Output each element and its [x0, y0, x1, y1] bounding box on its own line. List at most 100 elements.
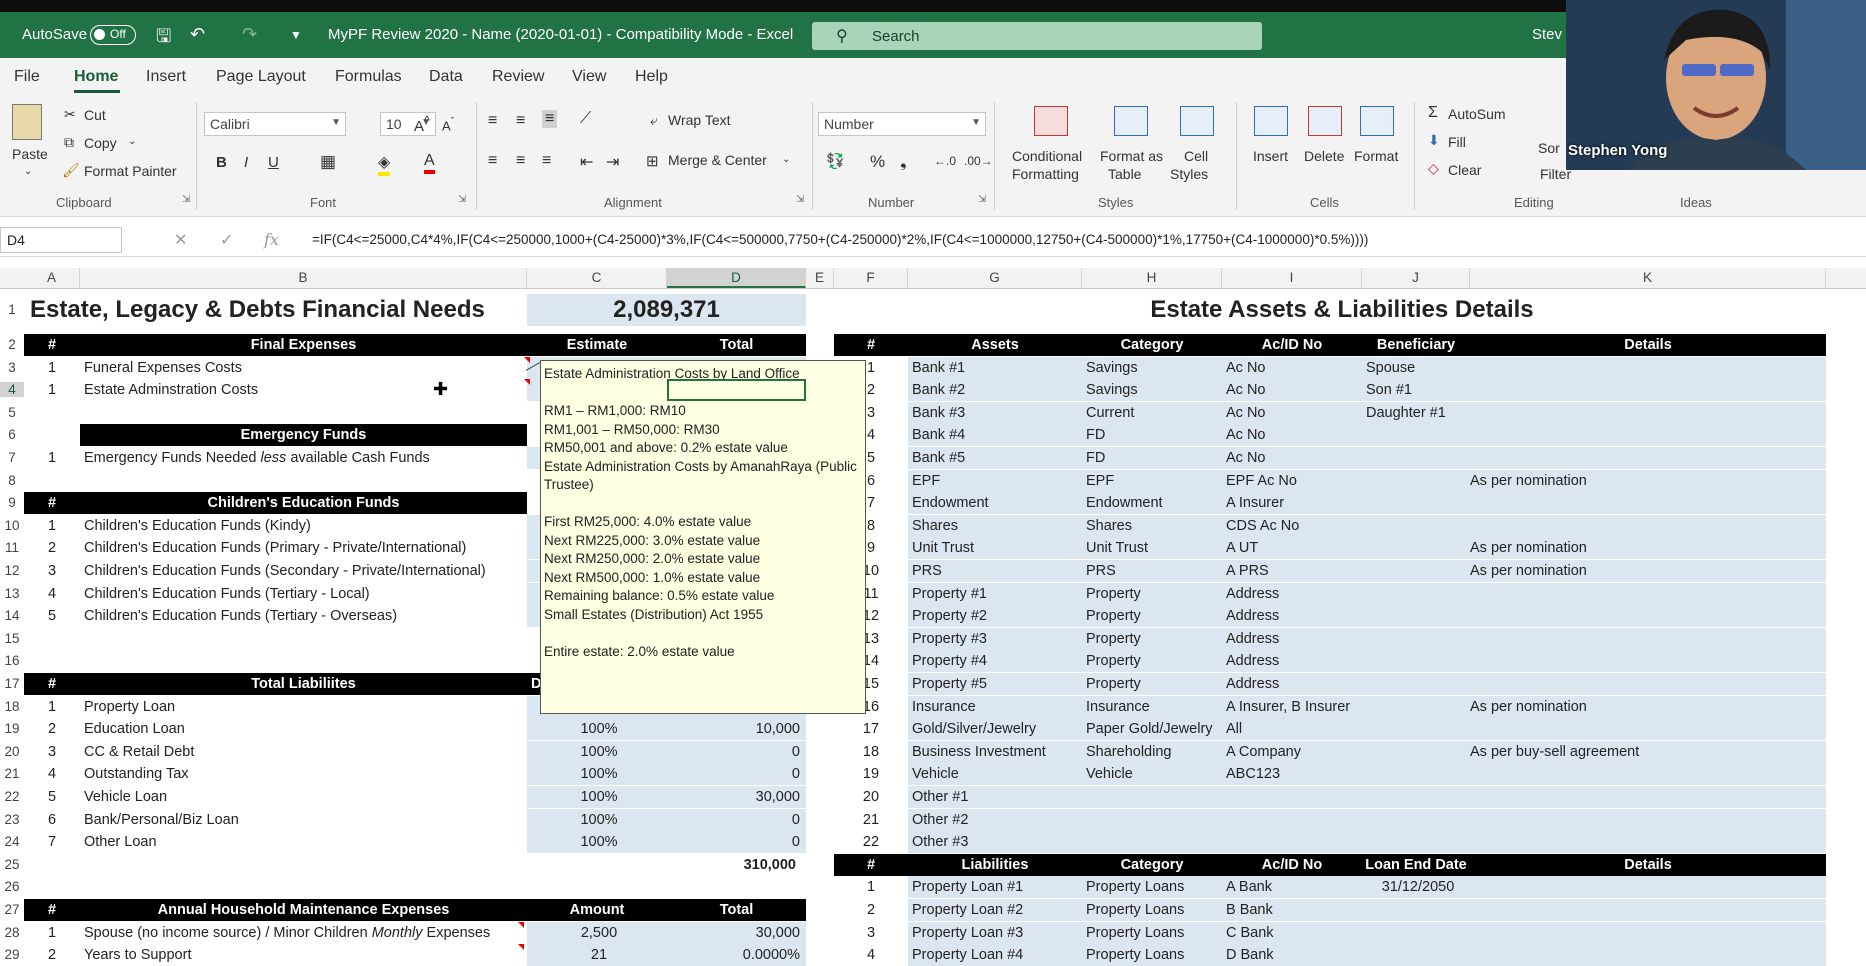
- header-estimate[interactable]: Estimate: [527, 334, 667, 356]
- asset-name[interactable]: Bank #3: [908, 401, 1082, 424]
- enter-icon[interactable]: ✓: [220, 230, 233, 250]
- align-top-icon[interactable]: ≡: [488, 112, 497, 130]
- asset-beneficiary[interactable]: [1362, 469, 1470, 492]
- asset-acid[interactable]: Address: [1222, 650, 1362, 673]
- row-header[interactable]: 23: [0, 812, 24, 827]
- format-cells-button[interactable]: Format: [1354, 148, 1398, 164]
- insert-cells-icon[interactable]: [1254, 106, 1288, 136]
- asset-acid[interactable]: A UT: [1222, 537, 1362, 560]
- asset-name[interactable]: EPF: [908, 469, 1082, 492]
- asset-number[interactable]: 20: [838, 786, 904, 808]
- asset-category[interactable]: Current: [1082, 401, 1222, 424]
- header-acid[interactable]: Ac/ID No: [1222, 334, 1362, 356]
- font-color-icon[interactable]: A: [424, 152, 435, 174]
- asset-name[interactable]: Bank #2: [908, 379, 1082, 402]
- asset-acid[interactable]: [1222, 808, 1362, 831]
- asset-number[interactable]: 19: [838, 763, 904, 785]
- formula-input[interactable]: =IF(C4<=25000,C4*4%,IF(C4<=250000,1000+(…: [312, 232, 1368, 247]
- asset-acid[interactable]: Ac No: [1222, 424, 1362, 447]
- loan-end-date[interactable]: [1362, 921, 1470, 944]
- wrap-text-button[interactable]: Wrap Text: [668, 112, 731, 128]
- format-cells-icon[interactable]: [1360, 106, 1394, 136]
- underline-icon[interactable]: U: [268, 154, 279, 171]
- cell-styles-label[interactable]: Cell: [1184, 148, 1208, 164]
- liability-number[interactable]: 3: [838, 922, 904, 944]
- asset-name[interactable]: Endowment: [908, 492, 1082, 515]
- asset-category[interactable]: Unit Trust: [1082, 537, 1222, 560]
- asset-details[interactable]: [1470, 718, 1826, 741]
- clear-button[interactable]: Clear: [1448, 162, 1481, 178]
- column-header-b[interactable]: B: [80, 268, 527, 288]
- column-header-i[interactable]: I: [1222, 268, 1362, 288]
- asset-details[interactable]: [1470, 492, 1826, 515]
- header-beneficiary[interactable]: Beneficiary: [1362, 334, 1470, 356]
- asset-name[interactable]: Insurance: [908, 695, 1082, 718]
- asset-details[interactable]: [1470, 356, 1826, 379]
- left-title[interactable]: Estate, Legacy & Debts Financial Needs: [30, 294, 550, 326]
- asset-acid[interactable]: A Insurer: [1222, 492, 1362, 515]
- row-header[interactable]: 14: [0, 608, 24, 623]
- asset-category[interactable]: Insurance: [1082, 695, 1222, 718]
- merge-center-icon[interactable]: ⊞: [646, 152, 659, 170]
- asset-name[interactable]: Property #2: [908, 605, 1082, 628]
- comma-style-icon[interactable]: ❟: [900, 152, 907, 172]
- header-hash[interactable]: #: [24, 334, 80, 356]
- undo-icon[interactable]: ↶: [190, 24, 205, 45]
- asset-category[interactable]: Endowment: [1082, 492, 1222, 515]
- asset-acid[interactable]: Ac No: [1222, 401, 1362, 424]
- header-assets[interactable]: Assets: [908, 334, 1082, 356]
- liability-name[interactable]: Property Loan #4: [908, 944, 1082, 966]
- redo-icon[interactable]: ↷: [242, 24, 257, 45]
- asset-beneficiary[interactable]: [1362, 740, 1470, 763]
- bold-icon[interactable]: B: [216, 154, 227, 171]
- cell-styles-icon[interactable]: [1180, 106, 1214, 136]
- delete-cells-icon[interactable]: [1308, 106, 1342, 136]
- liability-category[interactable]: Property Loans: [1082, 899, 1222, 921]
- asset-beneficiary[interactable]: [1362, 763, 1470, 786]
- row-header[interactable]: 5: [0, 405, 24, 420]
- row-header[interactable]: 20: [0, 744, 24, 759]
- tab-data[interactable]: Data: [429, 68, 463, 86]
- asset-acid[interactable]: [1222, 831, 1362, 854]
- liability-details[interactable]: [1470, 921, 1826, 944]
- row-header[interactable]: 11: [0, 540, 24, 555]
- clear-icon[interactable]: ◇: [1428, 160, 1439, 177]
- row-header[interactable]: 9: [0, 495, 24, 510]
- asset-details[interactable]: [1470, 786, 1826, 808]
- asset-acid[interactable]: Ac No: [1222, 379, 1362, 402]
- asset-details[interactable]: [1470, 582, 1826, 605]
- fill-button[interactable]: Fill: [1448, 134, 1466, 150]
- row-header[interactable]: 3: [0, 360, 24, 375]
- search-box[interactable]: ⚲ Search: [812, 22, 1262, 50]
- asset-beneficiary[interactable]: [1362, 424, 1470, 447]
- merge-dropdown-icon[interactable]: ⌄: [782, 154, 790, 165]
- user-name[interactable]: Stev: [1532, 26, 1562, 43]
- format-as-table-label-2[interactable]: Table: [1108, 166, 1141, 182]
- asset-category[interactable]: FD: [1082, 424, 1222, 447]
- asset-category[interactable]: PRS: [1082, 560, 1222, 582]
- asset-number[interactable]: 18: [838, 741, 904, 763]
- autosum-button[interactable]: AutoSum: [1448, 106, 1506, 122]
- tab-file[interactable]: File: [14, 68, 40, 86]
- cut-button[interactable]: Cut: [84, 107, 106, 123]
- increase-indent-icon[interactable]: ⇥: [606, 152, 619, 172]
- wrap-text-icon[interactable]: ⤶: [650, 112, 658, 129]
- column-header-c[interactable]: C: [527, 268, 667, 288]
- liability-details[interactable]: [1470, 876, 1826, 899]
- asset-details[interactable]: [1470, 831, 1826, 854]
- row-header[interactable]: 25: [0, 857, 24, 872]
- asset-details[interactable]: As per nomination: [1470, 537, 1826, 560]
- liability-number[interactable]: 4: [838, 944, 904, 966]
- decrease-font-icon[interactable]: Aˇ: [442, 116, 454, 133]
- asset-category[interactable]: Property: [1082, 605, 1222, 628]
- asset-beneficiary[interactable]: [1362, 492, 1470, 515]
- align-left-icon[interactable]: ≡: [488, 152, 497, 170]
- asset-category[interactable]: Property: [1082, 650, 1222, 673]
- liability-acid[interactable]: D Bank: [1222, 944, 1362, 966]
- asset-acid[interactable]: Ac No: [1222, 356, 1362, 379]
- fill-icon[interactable]: ⬇: [1428, 132, 1440, 149]
- liability-acid[interactable]: A Bank: [1222, 876, 1362, 899]
- asset-name[interactable]: Other #3: [908, 831, 1082, 854]
- liability-details[interactable]: [1470, 944, 1826, 966]
- asset-acid[interactable]: CDS Ac No: [1222, 514, 1362, 537]
